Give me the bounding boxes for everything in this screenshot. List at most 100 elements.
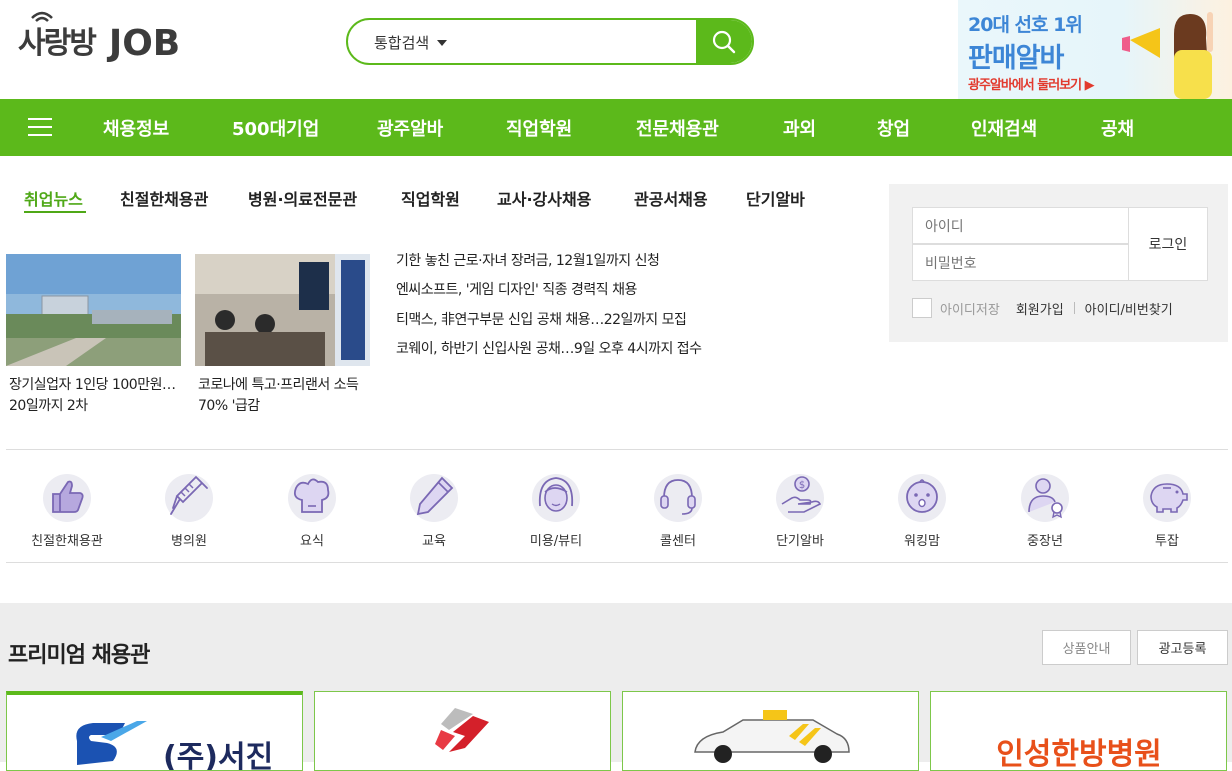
woman-face-icon [538,477,574,512]
category-short-term[interactable]: $ 단기알바 [739,474,861,549]
category-label: 단기알바 [776,534,824,549]
premium-card-name: (주)서진 [163,740,273,771]
nav-item-top500[interactable]: 500대기업 [232,115,319,141]
news-headline[interactable]: 코웨이, 하반기 신입사원 공채…9일 오후 4시까지 접수 [396,338,702,358]
category-label: 교육 [422,534,446,549]
ad-banner[interactable]: 20대 선호 1위 판매알바 광주알바에서 둘러보기 ▶ [958,0,1232,99]
search-scope-select[interactable]: 통합검색 [374,32,448,53]
main-navigation: 채용정보 500대기업 광주알바 직업학원 전문채용관 과외 창업 인재검색 공… [0,99,1232,156]
news-thumbnail-building[interactable] [6,254,181,366]
company-logo-taxi [694,710,850,763]
tab-short-term[interactable]: 단기알바 [746,186,805,210]
tab-job-news[interactable]: 취업뉴스 [24,186,83,210]
nav-item-academy[interactable]: 직업학원 [506,115,572,141]
category-food[interactable]: 요식 [251,474,373,549]
nav-item-talent-search[interactable]: 인재검색 [971,115,1037,141]
banner-illustration [1122,12,1213,99]
category-label: 중장년 [1027,534,1063,549]
premium-card[interactable]: (주)서진 [6,691,303,771]
login-panel: 로그인 아이디저장 회원가입 아이디/비번찾기 [889,184,1228,342]
piggy-bank-icon [1150,483,1188,513]
tab-public-office[interactable]: 관공서채용 [634,186,708,210]
remember-id-checkbox[interactable] [912,298,932,318]
hand-coin-icon: $ [781,476,822,513]
login-password-input[interactable] [912,244,1129,281]
premium-recruit-section: 프리미엄 채용관 상품안내 광고등록 (주)서진 인성한방병원 [0,603,1232,771]
nav-item-open-recruit[interactable]: 공채 [1101,115,1134,141]
headset-icon [660,479,696,515]
building-photo [6,254,181,366]
company-logo-red-emblem [435,708,489,752]
divider [1073,302,1075,314]
active-tab-indicator [24,211,86,213]
search-icon [712,30,736,53]
category-label: 워킹맘 [904,534,940,549]
news-thumbnail-caption[interactable]: 장기실업자 1인당 100만원…20일까지 2차 [9,375,184,417]
news-thumbnail-office[interactable] [195,254,370,366]
site-logo[interactable]: 사랑방 JOB [18,11,181,64]
login-id-input[interactable] [912,207,1129,244]
category-label: 투잡 [1155,534,1179,549]
category-two-jobs[interactable]: 투잡 [1106,474,1228,549]
remember-id-label: 아이디저장 [940,302,1000,318]
tab-teacher[interactable]: 교사·강사채용 [497,186,591,210]
join-link[interactable]: 회원가입 [1016,299,1064,318]
news-headline[interactable]: 기한 놓친 근로·자녀 장려금, 12월1일까지 신청 [396,250,660,270]
nav-item-startup[interactable]: 창업 [877,115,910,141]
category-clinic[interactable]: 병의원 [128,474,250,549]
premium-card[interactable] [314,691,611,771]
banner-headline: 20대 선호 1위 [968,14,1083,36]
login-options: 아이디저장 회원가입 아이디/비번찾기 [912,298,1173,318]
category-label: 미용/뷰티 [529,534,583,549]
office-photo [195,254,370,366]
category-working-mom[interactable]: 워킹맘 [861,474,983,549]
tab-academy[interactable]: 직업학원 [401,186,460,210]
find-account-link[interactable]: 아이디/비번찾기 [1085,299,1173,318]
thumbs-up-icon [52,480,84,513]
ad-register-button[interactable]: 광고등록 [1137,630,1228,665]
baby-icon [906,479,938,513]
nav-item-jobs[interactable]: 채용정보 [103,115,169,141]
premium-card[interactable] [622,691,919,771]
category-label: 콜센터 [660,534,696,549]
banner-link-text: 광주알바에서 둘러보기 ▶ [968,78,1095,93]
product-info-button[interactable]: 상품안내 [1042,630,1131,665]
wifi-icon [31,11,53,22]
category-shortcuts: 친절한채용관 병의원 요식 교육 미용/뷰티 콜센터 $ 단기알바 워킹맘 중장… [6,449,1228,563]
premium-card-name: 인성한방병원 [996,737,1162,771]
svg-text:$: $ [799,480,805,491]
category-friendly[interactable]: 친절한채용관 [6,474,128,549]
logo-korean-text: 사랑방 [18,26,97,61]
news-thumbnail-caption[interactable]: 코로나에 특고·프리랜서 소득 70% '급감 [198,375,373,417]
menu-hamburger-icon[interactable] [28,118,52,138]
pencil-icon [416,476,454,516]
syringe-icon [170,476,208,515]
search-scope-label: 통합검색 [374,34,430,52]
category-beauty[interactable]: 미용/뷰티 [495,474,617,549]
chef-hat-icon [293,478,330,513]
login-button[interactable]: 로그인 [1128,207,1208,281]
search-bar: 통합검색 [346,18,754,65]
tab-medical[interactable]: 병원·의료전문관 [248,186,357,210]
search-input[interactable] [468,20,698,63]
premium-card[interactable]: 인성한방병원 [930,691,1227,771]
nav-item-specialist[interactable]: 전문채용관 [636,115,719,141]
category-senior[interactable]: 중장년 [984,474,1106,549]
logo-job-text: JOB [108,23,181,64]
category-education[interactable]: 교육 [373,474,495,549]
news-headline[interactable]: 엔씨소프트, '게임 디자인' 직종 경력직 채용 [396,279,637,299]
banner-title: 판매알바 [968,43,1064,74]
search-button[interactable] [696,20,752,63]
tab-friendly-recruit[interactable]: 친절한채용관 [120,186,208,210]
company-logo-insung: 인성한방병원 [996,737,1162,771]
company-logo-seojin: (주)서진 [76,721,273,771]
category-callcenter[interactable]: 콜센터 [617,474,739,549]
caret-down-icon [437,39,448,46]
senior-person-icon [1028,478,1063,519]
nav-item-tutoring[interactable]: 과외 [783,115,816,141]
section-title: 프리미엄 채용관 [8,643,150,668]
category-label: 친절한채용관 [31,534,103,549]
nav-item-gwangju-alba[interactable]: 광주알바 [377,115,443,141]
category-label: 요식 [300,534,324,549]
news-headline[interactable]: 티맥스, 非연구부문 신입 공채 채용…22일까지 모집 [396,309,687,329]
